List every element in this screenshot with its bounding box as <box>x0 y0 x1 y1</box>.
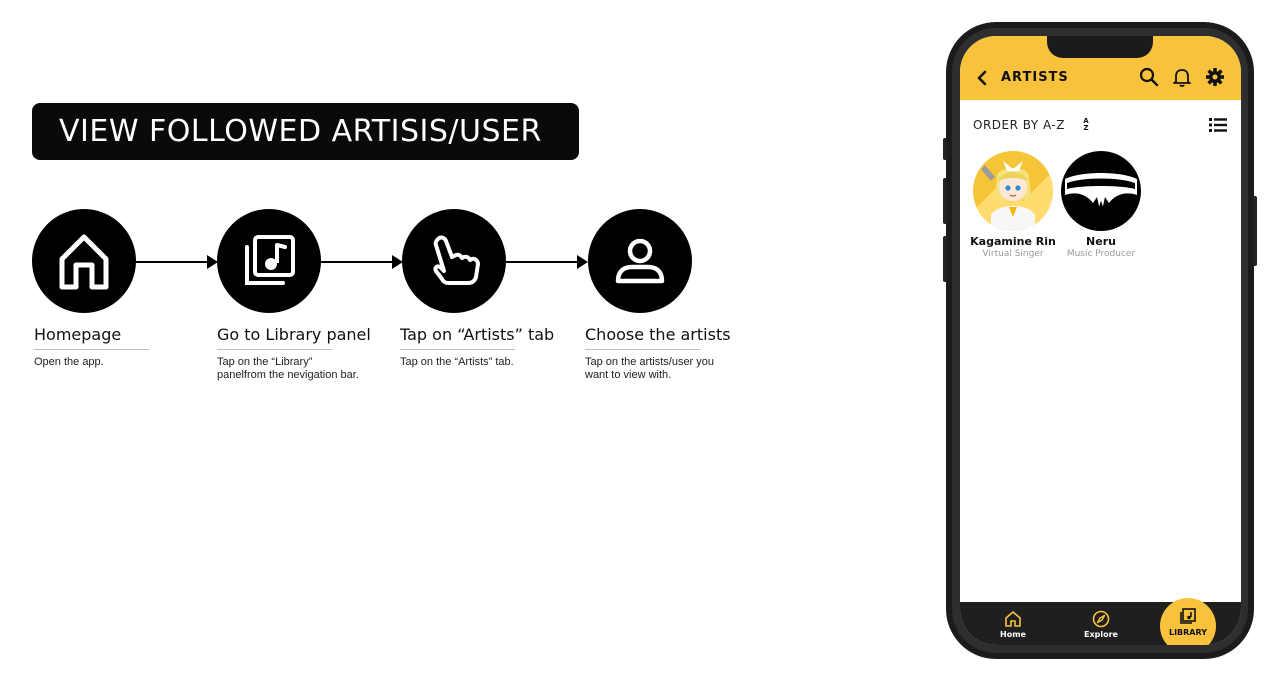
order-by-label: ORDER BY A-Z <box>973 118 1065 132</box>
step-title: Homepage <box>34 325 122 344</box>
phone-volume-down <box>943 236 947 282</box>
compass-icon <box>1092 610 1110 628</box>
artist-avatar-rin-image <box>973 151 1053 231</box>
avatar <box>973 151 1053 231</box>
step-title: Go to Library panel <box>217 325 371 344</box>
step-title: Tap on “Artists” tab <box>400 325 555 344</box>
sort-az-button[interactable]: A Z <box>1077 116 1095 134</box>
music-library-icon <box>1180 608 1196 624</box>
phone-power-button <box>1253 196 1257 266</box>
step-user-circle <box>588 209 692 313</box>
step-description: Open the app. <box>34 356 104 368</box>
artist-role: Music Producer <box>1066 249 1136 259</box>
search-button[interactable] <box>1138 66 1160 88</box>
screen-title: ARTISTS <box>1001 70 1069 85</box>
nav-library[interactable]: LIBRARY <box>1160 608 1216 637</box>
home-icon <box>59 234 109 290</box>
step-divider <box>217 349 332 350</box>
step-description: Tap on the “Artists” tab. <box>400 356 514 368</box>
page-title: VIEW FOLLOWED ARTISIS/USER <box>59 114 542 149</box>
nav-explore[interactable]: Explore <box>1081 610 1121 639</box>
step-divider <box>34 349 149 350</box>
artist-name: Neru <box>1086 235 1116 248</box>
step-library-circle <box>217 209 321 313</box>
flow-arrow <box>506 255 588 269</box>
phone-side-button <box>943 138 947 160</box>
list-view-button[interactable] <box>1208 116 1228 134</box>
sort-az-icon-bottom: Z <box>1083 124 1089 132</box>
bell-icon <box>1173 69 1191 87</box>
artist-avatar-neru-image <box>1061 151 1141 231</box>
step-home-circle <box>32 209 136 313</box>
bottom-nav-bar: Home Explore LIBRARY <box>960 598 1241 645</box>
chevron-left-icon <box>977 70 987 86</box>
phone-volume-up <box>943 178 947 224</box>
artist-card-kagamine-rin[interactable]: Kagamine Rin Virtual Singer <box>968 151 1058 259</box>
nav-explore-label: Explore <box>1084 630 1118 639</box>
step-tap-circle <box>402 209 506 313</box>
page-title-banner: VIEW FOLLOWED ARTISIS/USER <box>32 103 579 160</box>
settings-button[interactable] <box>1204 66 1226 88</box>
app-header: ARTISTS <box>960 36 1241 100</box>
home-icon <box>1005 611 1021 627</box>
nav-home-label: Home <box>1000 630 1026 639</box>
avatar <box>1061 151 1141 231</box>
music-library-icon <box>245 235 295 285</box>
flow-arrow <box>321 255 403 269</box>
artist-role: Virtual Singer <box>982 249 1044 259</box>
phone-screen: ARTISTS ORDER BY A-Z A Z Kagamine Rin Vi… <box>960 36 1241 645</box>
nav-home[interactable]: Home <box>994 610 1032 639</box>
nav-library-label: LIBRARY <box>1168 628 1208 637</box>
phone-notch <box>1047 36 1153 58</box>
artist-card-neru[interactable]: Neru Music Producer <box>1056 151 1146 259</box>
flow-arrow <box>136 255 218 269</box>
gear-icon <box>1206 68 1224 86</box>
step-description: Tap on the artists/user you want to view… <box>585 356 715 381</box>
tap-hand-icon <box>433 235 480 285</box>
notifications-button[interactable] <box>1171 66 1193 88</box>
search-icon <box>1139 67 1159 87</box>
step-title: Choose the artists <box>585 325 731 344</box>
user-icon <box>615 238 665 284</box>
step-divider <box>400 349 515 350</box>
list-icon <box>1209 118 1227 132</box>
step-divider <box>585 349 700 350</box>
step-description: Tap on the “Library” panelfrom the nevig… <box>217 356 359 381</box>
artist-name: Kagamine Rin <box>970 235 1056 248</box>
nav-library-active-bubble[interactable]: LIBRARY <box>1160 598 1216 645</box>
back-button[interactable] <box>974 68 990 88</box>
